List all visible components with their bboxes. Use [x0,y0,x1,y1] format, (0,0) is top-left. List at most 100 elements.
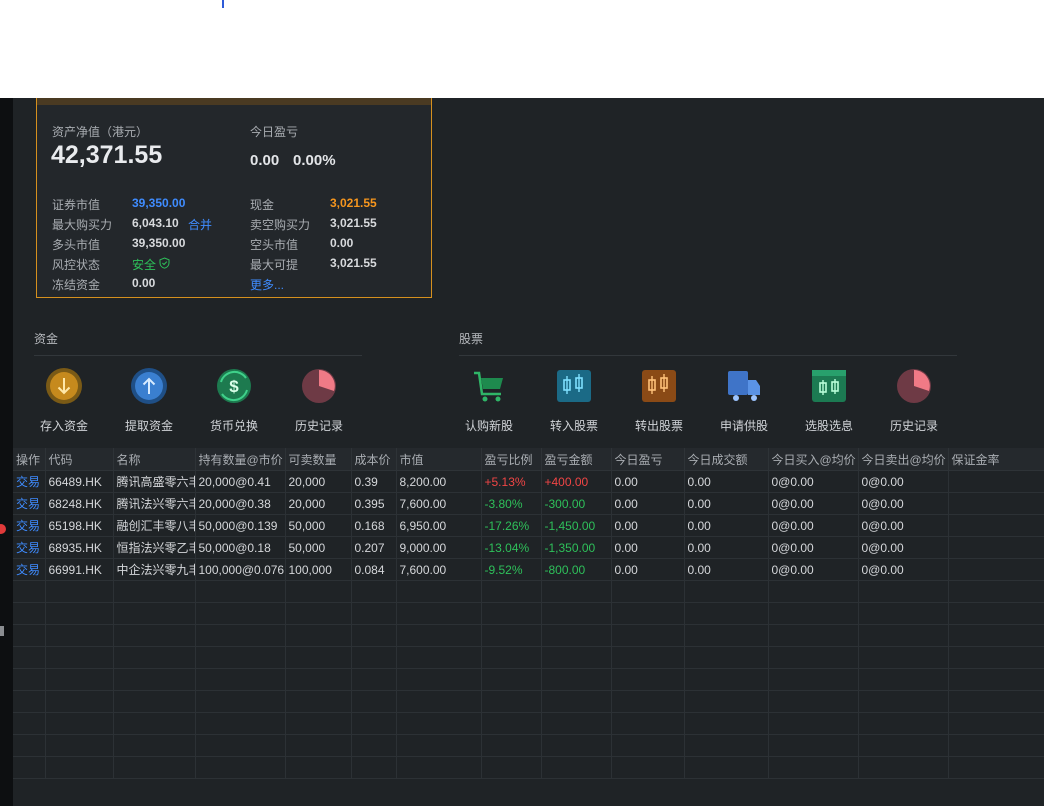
history-icon [301,368,337,404]
notification-dot[interactable] [0,524,6,534]
table-row[interactable]: 交易 65198.HK 融创汇丰零八丰 50,000@0.139 50,000 0.168… [13,514,1044,537]
trade-link[interactable]: 交易 [13,492,46,515]
empty-cell [396,734,482,757]
stock-dividend-select-button[interactable]: 选股选息 [789,368,869,434]
table-cell: 20,000 [285,470,352,493]
withdraw-label: 提取资金 [124,419,173,433]
currency-exchange-button[interactable]: $ 货币兑换 [194,368,274,434]
table-cell: 50,000 [285,514,352,537]
column-header[interactable]: 今日卖出@均价 [858,448,949,471]
column-header[interactable]: 成本价 [351,448,397,471]
column-header[interactable]: 名称 [113,448,196,471]
table-row[interactable]: 交易 68935.HK 恒指法兴零乙丰 50,000@0.18 50,000 0.207 9… [13,536,1044,559]
svg-text:$: $ [229,377,239,396]
column-header[interactable]: 可卖数量 [285,448,352,471]
table-cell: -17.26% [481,514,542,537]
table-header-row: 操作 代码 名称 持有数量@市价 可卖数量 成本价 市值 盈亏比例 盈亏金额 今日盈亏 今日成交额今… [13,448,1044,471]
column-header[interactable]: 今日成交额 [684,448,769,471]
column-header[interactable]: 代码 [45,448,114,471]
trade-link[interactable]: 交易 [13,558,46,581]
table-cell: 0@0.00 [858,470,949,493]
max-buying-power: 6,043.10 [132,216,179,230]
empty-cell [195,602,286,625]
empty-cell [611,668,685,691]
empty-cell [45,580,114,603]
merge-link[interactable]: 合并 [188,216,212,233]
empty-cell [481,712,542,735]
empty-cell [351,734,397,757]
empty-cell [948,734,1044,757]
table-cell: 融创汇丰零八丰 [113,514,196,537]
column-header[interactable]: 今日买入@均价 [768,448,859,471]
table-row[interactable]: 交易 68248.HK 腾讯法兴零六丰 20,000@0.38 20,000 0.395 7… [13,492,1044,515]
empty-cell [768,602,859,625]
ipo-subscribe-button[interactable]: 认购新股 [449,368,529,434]
empty-cell [858,580,949,603]
table-row[interactable]: 交易 66489.HK 腾讯高盛零六丰 20,000@0.41 20,000 0.39 8,… [13,470,1044,493]
table-cell: 66991.HK [45,558,114,581]
more-link[interactable]: 更多... [250,276,284,293]
empty-cell [285,624,352,647]
table-cell: 8,200.00 [396,470,482,493]
short-value-label: 空头市值 [250,238,299,252]
empty-cell [113,580,196,603]
empty-cell [195,756,286,779]
empty-cell [113,668,196,691]
top-blank-area [0,0,1044,98]
max-withdrawable: 3,021.55 [330,256,377,270]
history-icon [896,368,932,404]
empty-cell [285,580,352,603]
empty-cell [858,668,949,691]
column-header[interactable]: 持有数量@市价 [195,448,286,471]
empty-cell [13,690,46,713]
withdraw-button[interactable]: 提取资金 [109,368,189,434]
short-value: 0.00 [330,236,354,250]
empty-cell [481,624,542,647]
transfer-out-button[interactable]: 转出股票 [619,368,699,434]
trade-link[interactable]: 交易 [13,514,46,537]
table-cell: 20,000 [285,492,352,515]
column-header[interactable]: 盈亏比例 [481,448,542,471]
column-header[interactable]: 市值 [396,448,482,471]
column-header[interactable]: 今日盈亏 [611,448,685,471]
empty-cell [768,580,859,603]
table-cell: +400.00 [541,470,612,493]
table-cell: 0.00 [611,514,685,537]
deposit-button[interactable]: 存入资金 [24,368,104,434]
table-cell: 0.39 [351,470,397,493]
empty-cell [396,646,482,669]
table-cell: 0.00 [684,492,769,515]
column-header[interactable]: 保证金率 [948,448,1044,471]
trade-link[interactable]: 交易 [13,536,46,559]
table-cell: 50,000@0.18 [195,536,286,559]
table-cell: 0@0.00 [768,470,859,493]
transfer-in-button[interactable]: 转入股票 [534,368,614,434]
empty-cell [684,580,769,603]
rights-issue-button[interactable]: 申请供股 [704,368,784,434]
empty-cell [611,690,685,713]
text-cursor [222,0,224,8]
empty-cell [481,602,542,625]
sidebar-handle[interactable] [0,626,4,636]
column-header[interactable]: 盈亏金额 [541,448,612,471]
empty-cell [13,646,46,669]
empty-cell [858,624,949,647]
table-cell: 7,600.00 [396,492,482,515]
asset-summary-card: 资产净值（港元） 42,371.55 今日盈亏 0.00 0.00% 证券市值 … [36,98,432,298]
empty-row [13,624,1044,647]
stocks-history-button[interactable]: 历史记录 [874,368,954,434]
table-row[interactable]: 交易 66991.HK 中企法兴零九丰 100,000@0.076 100,000 0.0… [13,558,1044,581]
empty-cell [858,756,949,779]
empty-row [13,668,1044,691]
empty-cell [541,756,612,779]
empty-cell [113,602,196,625]
frozen-funds: 0.00 [132,276,156,290]
table-cell [948,536,1044,559]
empty-cell [351,624,397,647]
trade-link[interactable]: 交易 [13,470,46,493]
column-header[interactable]: 操作 [13,448,46,471]
empty-cell [195,712,286,735]
shield-check-icon [159,257,170,272]
funds-history-button[interactable]: 历史记录 [279,368,359,434]
empty-cell [768,712,859,735]
